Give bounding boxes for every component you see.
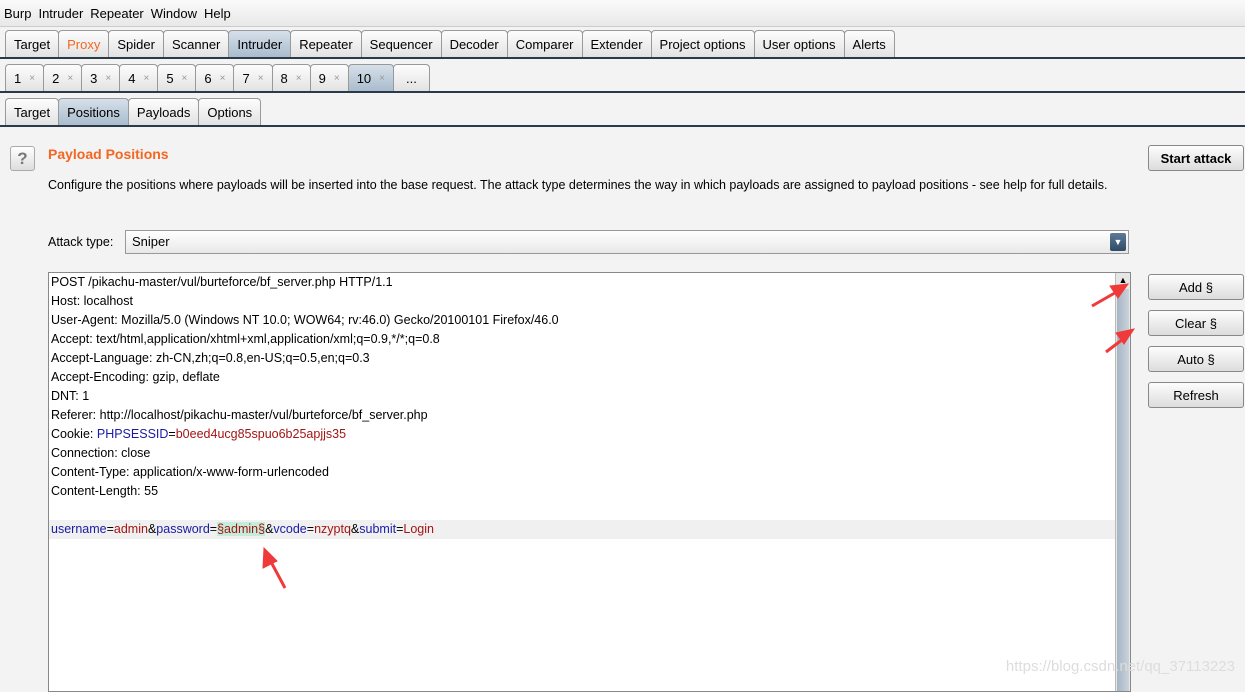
arrow-head-icon [1109, 283, 1130, 299]
watermark: https://blog.csdn.net/qq_37113223 [1005, 658, 1235, 675]
arrow-icon [268, 559, 287, 589]
annotation-arrows [262, 283, 1136, 589]
arrow-head-icon [262, 546, 278, 569]
